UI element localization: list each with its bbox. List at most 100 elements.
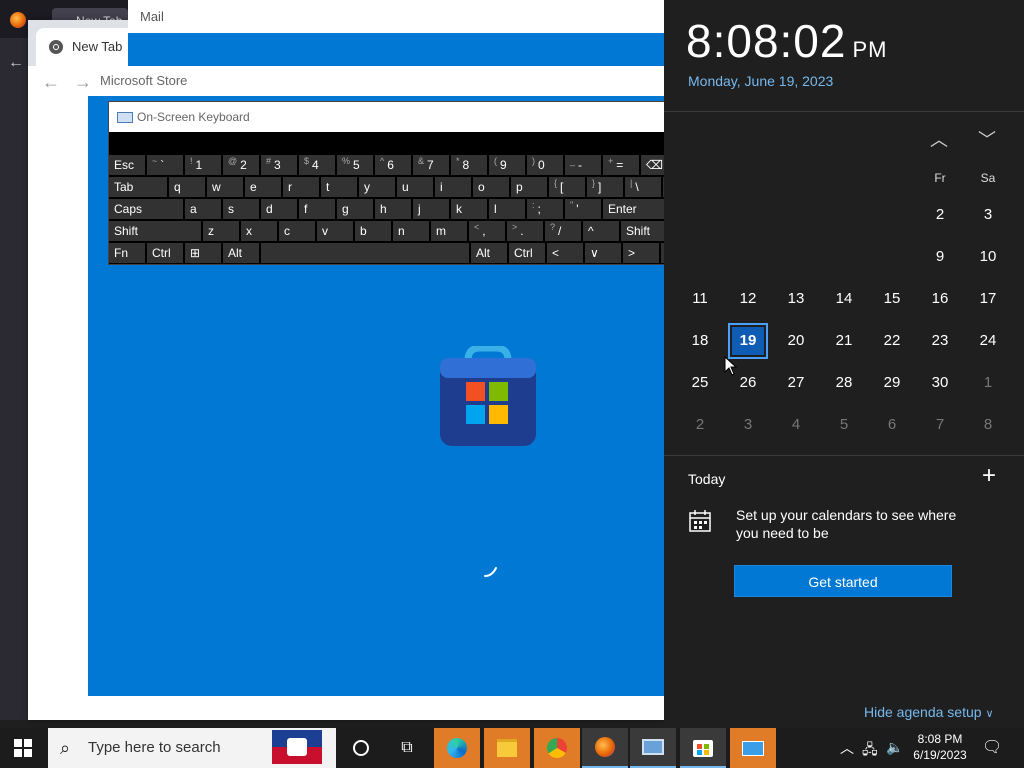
osk-key[interactable]: y bbox=[359, 177, 395, 197]
osk-key[interactable]: m bbox=[431, 221, 467, 241]
add-event-icon[interactable]: + bbox=[982, 464, 996, 488]
calendar-day[interactable]: 21 bbox=[824, 323, 864, 359]
hide-agenda-link[interactable]: Hide agenda setup ∨ bbox=[864, 704, 994, 720]
calendar-day[interactable]: 28 bbox=[824, 365, 864, 401]
osk-key[interactable]: r bbox=[283, 177, 319, 197]
osk-key[interactable]: #3 bbox=[261, 155, 297, 175]
osk-key[interactable]: Ctrl bbox=[147, 243, 183, 263]
calendar-day[interactable]: 10 bbox=[968, 239, 1008, 275]
osk-key[interactable]: ~ ` bbox=[147, 155, 183, 175]
taskbar-remote-app[interactable] bbox=[630, 728, 676, 768]
calendar-day[interactable]: 3 bbox=[968, 197, 1008, 233]
calendar-day[interactable]: 30 bbox=[920, 365, 960, 401]
osk-key[interactable]: & 7 bbox=[413, 155, 449, 175]
osk-key[interactable]: j bbox=[413, 199, 449, 219]
osk-key[interactable]: Caps bbox=[109, 199, 183, 219]
calendar-day[interactable]: 23 bbox=[920, 323, 960, 359]
calendar-day[interactable]: 8 bbox=[968, 407, 1008, 443]
osk-key[interactable]: $4 bbox=[299, 155, 335, 175]
calendar-day[interactable]: 2 bbox=[920, 197, 960, 233]
task-view-button[interactable]: ⧉ bbox=[384, 728, 430, 768]
osk-key[interactable]: {[ bbox=[549, 177, 585, 197]
calendar-day[interactable]: 19 bbox=[728, 323, 768, 359]
chevron-down-icon[interactable]: ﹀ bbox=[978, 126, 996, 152]
osk-key[interactable]: ^ bbox=[583, 221, 619, 241]
osk-key[interactable]: Ctrl bbox=[509, 243, 545, 263]
osk-key[interactable]: p bbox=[511, 177, 547, 197]
osk-key[interactable]: u bbox=[397, 177, 433, 197]
osk-key[interactable]: q bbox=[169, 177, 205, 197]
calendar-day[interactable]: 11 bbox=[680, 281, 720, 317]
osk-key[interactable]: a bbox=[185, 199, 221, 219]
tray-clock[interactable]: 8:08 PM 6/19/2023 bbox=[910, 731, 970, 763]
taskbar-firefox[interactable] bbox=[582, 728, 628, 768]
get-started-button[interactable]: Get started bbox=[734, 565, 952, 597]
osk-key[interactable]: _ - bbox=[565, 155, 601, 175]
calendar-day[interactable]: 29 bbox=[872, 365, 912, 401]
osk-key[interactable]: Shift bbox=[109, 221, 201, 241]
osk-key[interactable]: :; bbox=[527, 199, 563, 219]
calendar-day[interactable]: 9 bbox=[920, 239, 960, 275]
calendar-day[interactable]: 2 bbox=[680, 407, 720, 443]
osk-key[interactable]: l bbox=[489, 199, 525, 219]
calendar-day[interactable]: 27 bbox=[776, 365, 816, 401]
calendar-day[interactable]: 25 bbox=[680, 365, 720, 401]
osk-key[interactable]: ∨ bbox=[585, 243, 621, 263]
calendar-day[interactable]: 22 bbox=[872, 323, 912, 359]
taskbar-file-explorer[interactable] bbox=[484, 728, 530, 768]
calendar-day[interactable]: 4 bbox=[776, 407, 816, 443]
osk-key[interactable]: ? / bbox=[545, 221, 581, 241]
calendar-day[interactable]: 7 bbox=[920, 407, 960, 443]
taskbar-mail[interactable] bbox=[730, 728, 776, 768]
osk-key[interactable]: v bbox=[317, 221, 353, 241]
start-button[interactable] bbox=[0, 728, 46, 768]
osk-key[interactable]: % 5 bbox=[337, 155, 373, 175]
osk-key[interactable]: Esc bbox=[109, 155, 145, 175]
osk-key[interactable]: * 8 bbox=[451, 155, 487, 175]
calendar-day[interactable]: 24 bbox=[968, 323, 1008, 359]
osk-key[interactable]: t bbox=[321, 177, 357, 197]
calendar-day[interactable]: 14 bbox=[824, 281, 864, 317]
osk-key[interactable]: x bbox=[241, 221, 277, 241]
network-icon[interactable]: 🖧 bbox=[862, 739, 878, 763]
osk-key[interactable]: <, bbox=[469, 221, 505, 241]
osk-key[interactable]: s bbox=[223, 199, 259, 219]
osk-key[interactable]: }] bbox=[587, 177, 623, 197]
calendar-day[interactable]: 17 bbox=[968, 281, 1008, 317]
osk-key[interactable]: e bbox=[245, 177, 281, 197]
osk-key[interactable]: @2 bbox=[223, 155, 259, 175]
osk-key[interactable]: > bbox=[623, 243, 659, 263]
calendar-day[interactable]: 13 bbox=[776, 281, 816, 317]
show-hidden-icons-chevron-icon[interactable]: ︿ bbox=[840, 738, 854, 758]
volume-muted-icon[interactable]: 🔈 bbox=[886, 739, 903, 756]
date-link[interactable]: Monday, June 19, 2023 bbox=[688, 73, 833, 89]
osk-key[interactable]: b bbox=[355, 221, 391, 241]
osk-key[interactable]: < bbox=[547, 243, 583, 263]
osk-key[interactable]: " ' bbox=[565, 199, 601, 219]
calendar-day[interactable]: 16 bbox=[920, 281, 960, 317]
calendar-day[interactable]: 1 bbox=[968, 365, 1008, 401]
osk-key[interactable]: ) 0 bbox=[527, 155, 563, 175]
calendar-day[interactable]: 3 bbox=[728, 407, 768, 443]
osk-key[interactable]: n bbox=[393, 221, 429, 241]
osk-key[interactable]: w bbox=[207, 177, 243, 197]
osk-key[interactable]: ⊞ bbox=[185, 243, 221, 263]
calendar-day[interactable]: 6 bbox=[872, 407, 912, 443]
osk-key[interactable]: z bbox=[203, 221, 239, 241]
osk-key[interactable]: o bbox=[473, 177, 509, 197]
osk-key[interactable]: + = bbox=[603, 155, 639, 175]
osk-key[interactable]: ^ 6 bbox=[375, 155, 411, 175]
taskbar-search-box[interactable]: ⌕ Type here to search bbox=[48, 728, 336, 768]
calendar-day[interactable]: 15 bbox=[872, 281, 912, 317]
osk-key[interactable]: g bbox=[337, 199, 373, 219]
chevron-up-icon[interactable]: ︿ bbox=[930, 126, 948, 152]
calendar-day[interactable]: 5 bbox=[824, 407, 864, 443]
taskbar-edge[interactable] bbox=[434, 728, 480, 768]
calendar-day[interactable]: 20 bbox=[776, 323, 816, 359]
osk-key[interactable]: Fn bbox=[109, 243, 145, 263]
cortana-button[interactable] bbox=[338, 728, 384, 768]
osk-key[interactable]: Alt bbox=[223, 243, 259, 263]
back-arrow-icon[interactable]: ← bbox=[8, 54, 24, 72]
osk-key[interactable] bbox=[261, 243, 469, 263]
osk-key[interactable]: k bbox=[451, 199, 487, 219]
